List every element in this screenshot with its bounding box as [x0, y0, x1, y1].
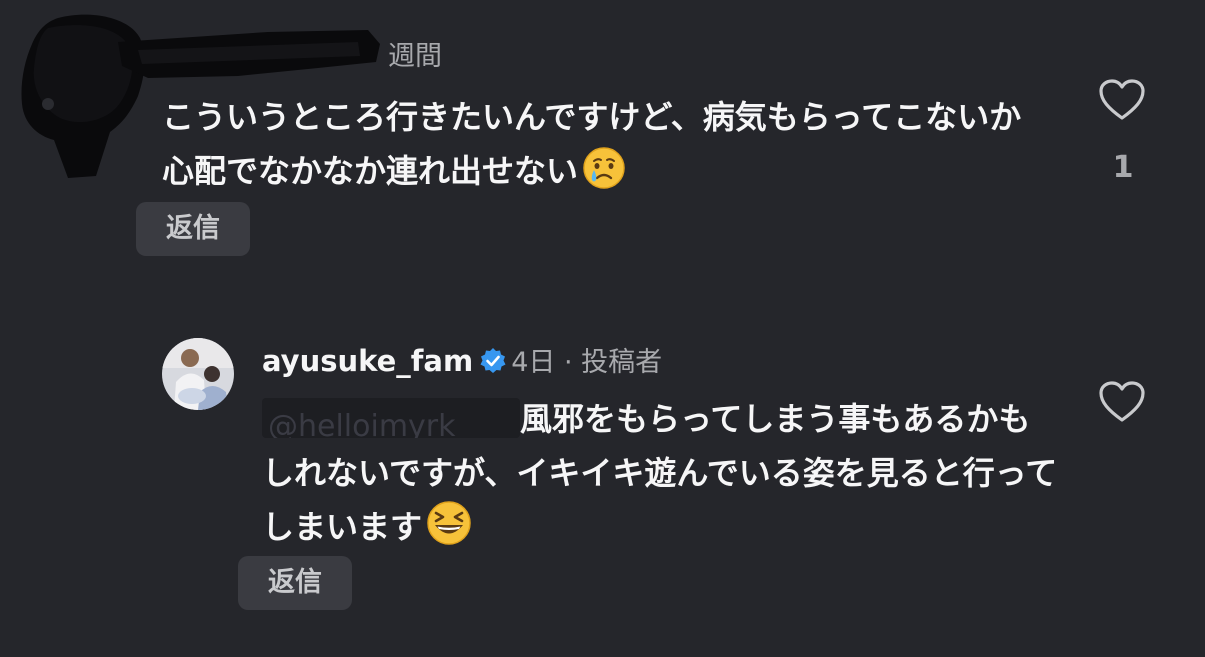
mention-link[interactable]: @helloimyrk — [262, 398, 520, 438]
grinning-squinting-face-emoji — [426, 500, 472, 562]
reply-button[interactable]: 返信 — [238, 556, 352, 610]
comment-item: 週間 こういうところ行きたいんですけど、病気もらってこないか心配でなかなか連れ出… — [0, 0, 1205, 290]
heart-icon[interactable] — [1098, 78, 1146, 122]
comment-reply-item: ayusuke_fam 4日 · 投稿者 @helloimyrk 風邪をもらってし… — [0, 320, 1205, 657]
like-count: 1 — [1112, 150, 1134, 185]
comment-timestamp: 4日 · 投稿者 — [511, 347, 663, 378]
comment-header: ayusuke_fam 4日 · 投稿者 — [262, 340, 662, 382]
mention-text: @helloimyrk — [268, 409, 456, 438]
heart-icon[interactable] — [1098, 380, 1146, 424]
redacted-username — [118, 30, 380, 78]
comment-text: @helloimyrk 風邪をもらってしまう事もあるかもしれないですが、イキイキ遊… — [262, 392, 1062, 562]
crying-face-emoji — [582, 146, 626, 206]
username[interactable]: ayusuke_fam — [262, 344, 473, 378]
comment-text: こういうところ行きたいんですけど、病気もらってこないか心配でなかなか連れ出せない — [162, 90, 1042, 206]
reply-button[interactable]: 返信 — [136, 202, 250, 256]
avatar[interactable] — [162, 338, 234, 410]
verified-badge-icon — [479, 347, 507, 382]
comment-timestamp: 週間 — [388, 41, 442, 72]
